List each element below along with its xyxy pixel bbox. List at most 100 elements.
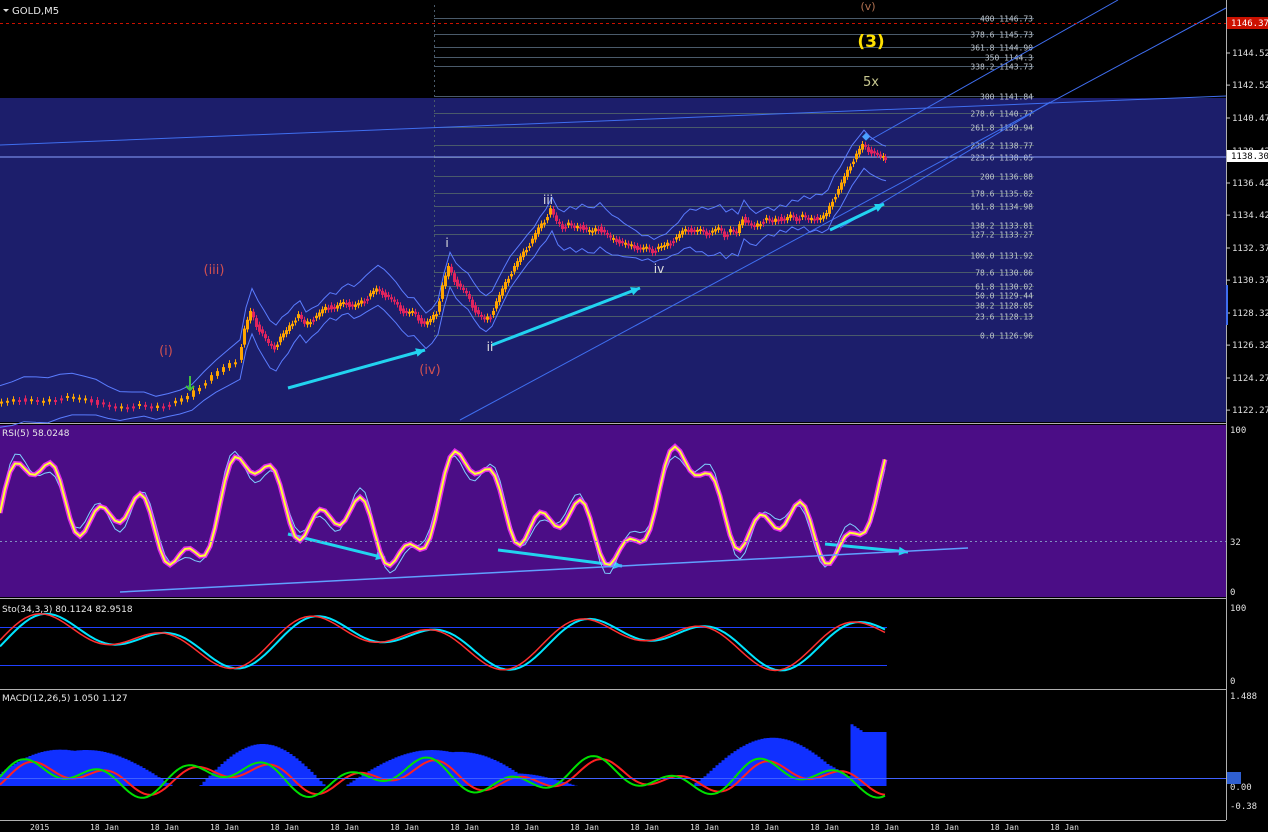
candle-body	[510, 274, 513, 277]
candle-body	[777, 219, 780, 222]
price-tick-label: 1128.32	[1232, 309, 1268, 319]
candle-body	[807, 217, 810, 220]
candle-body	[426, 321, 429, 325]
current-price-label: 1138.30	[1231, 152, 1268, 162]
candle-body	[834, 196, 837, 200]
candle-body	[714, 229, 717, 232]
candle-body	[840, 182, 843, 190]
time-tick-label: 18 Jan	[570, 823, 599, 832]
candle-body	[645, 246, 648, 249]
candle-body	[627, 243, 630, 246]
candle-body	[810, 217, 813, 221]
candle-body	[357, 302, 360, 306]
candle-body	[603, 229, 606, 233]
candle-body	[732, 229, 735, 232]
candle-body	[318, 312, 321, 317]
scrollbar-indicator[interactable]	[1226, 285, 1228, 325]
candle-body	[393, 299, 396, 302]
candle-body	[831, 201, 834, 207]
fib-level-label: 361.8 1144.90	[970, 44, 1033, 53]
candle-body	[756, 223, 759, 227]
candle-body	[708, 233, 711, 236]
candle-body	[363, 301, 366, 304]
time-tick-label: 18 Jan	[270, 823, 299, 832]
candle-body	[405, 310, 408, 313]
candle-body	[684, 229, 687, 232]
candle-body	[333, 306, 336, 309]
candle-body	[468, 294, 471, 299]
candle-body	[717, 227, 720, 230]
symbol-header: GOLD,M5	[3, 6, 59, 17]
candle-body	[108, 404, 111, 407]
candle-body	[144, 404, 147, 407]
macd-histogram	[0, 724, 887, 786]
candle-body	[801, 214, 804, 218]
main-pane-highlight-band	[0, 98, 1226, 422]
candle-body	[360, 300, 363, 304]
candle-body	[570, 223, 573, 226]
candle-body	[621, 241, 624, 244]
price-tick-label: 1134.42	[1232, 211, 1268, 221]
candle-body	[693, 229, 696, 232]
candle-body	[399, 305, 402, 311]
candle-body	[804, 215, 807, 218]
candle-body	[255, 318, 258, 327]
candle-body	[741, 219, 744, 226]
candle-body	[6, 400, 9, 403]
candle-body	[120, 406, 123, 409]
candle-body	[381, 290, 384, 295]
candle-body	[522, 251, 525, 258]
wave-label: (3)	[857, 32, 884, 52]
candle-body	[72, 396, 75, 399]
candle-body	[573, 225, 576, 228]
candle-body	[186, 395, 189, 400]
candle-body	[168, 404, 171, 407]
candle-body	[408, 311, 411, 314]
trading-chart[interactable]: 400 1146.73378.6 1145.73361.8 1144.90350…	[0, 0, 1268, 832]
price-axis[interactable]: 1144.521142.521140.471138.421136.421134.…	[1226, 17, 1268, 812]
candle-body	[402, 308, 405, 314]
candle-body	[738, 224, 741, 234]
fib-level-label: 300 1141.84	[980, 93, 1033, 102]
candle-body	[585, 227, 588, 230]
candle-body	[285, 330, 288, 335]
candle-body	[501, 288, 504, 296]
candle-body	[282, 333, 285, 338]
candle-body	[681, 230, 684, 235]
candle-body	[564, 226, 567, 229]
candle-body	[417, 314, 420, 321]
time-axis[interactable]: 2015 18 Jan 18 Jan 18 Jan 18 Jan 18 Jan 18 Jan…	[30, 823, 1079, 832]
candle-body	[660, 245, 663, 248]
candle-body	[618, 239, 621, 244]
candle-body	[702, 229, 705, 232]
candle-body	[633, 245, 636, 249]
candle-body	[750, 223, 753, 226]
wave-label: (v)	[860, 0, 875, 13]
candle-body	[663, 245, 666, 248]
fib-level-label: 338.2 1143.73	[970, 63, 1033, 72]
time-tick-label: 18 Jan	[90, 823, 119, 832]
candle-body	[813, 218, 816, 221]
symbol-label: GOLD,M5	[12, 6, 59, 17]
candle-body	[474, 305, 477, 313]
candle-body	[492, 310, 495, 315]
candle-body	[102, 402, 105, 405]
candle-body	[651, 249, 654, 254]
macd-lines	[0, 724, 1226, 799]
candle-body	[531, 238, 534, 244]
macd-tick-label: -0.38	[1230, 802, 1257, 812]
wave-label: (iii)	[204, 263, 225, 278]
candle-body	[711, 230, 714, 233]
candle-body	[36, 399, 39, 402]
candle-body	[180, 398, 183, 402]
time-tick-label: 18 Jan	[390, 823, 419, 832]
price-tick-label: 1126.32	[1232, 341, 1268, 351]
candle-body	[441, 285, 444, 299]
candle-body	[855, 153, 858, 160]
candle-body	[300, 314, 303, 319]
candle-body	[609, 235, 612, 238]
candle-body	[729, 229, 732, 233]
price-tick-label: 1136.42	[1232, 179, 1268, 189]
price-tick-label: 1142.52	[1232, 81, 1268, 91]
candle-body	[384, 292, 387, 298]
